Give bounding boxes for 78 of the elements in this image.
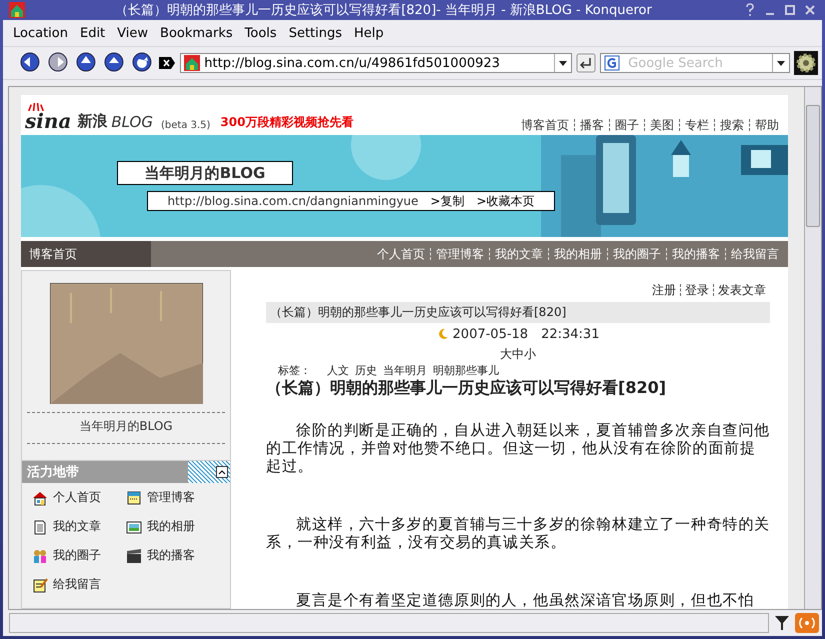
header-link[interactable]: 圈子	[609, 119, 644, 131]
blog-url: http://blog.sina.com.cn/dangnianmingyue	[167, 194, 418, 208]
version-label: (beta 3.5)	[160, 120, 210, 131]
address-field[interactable]: http://blog.sina.com.cn/u/49861fd501000923	[180, 53, 572, 73]
paragraph: 就这样，六十多岁的夏首辅与三十多岁的徐翰林建立了一种奇特的关系，一种没有利益，没有交易的真诚关系。	[266, 515, 770, 551]
nav-link[interactable]: 个人首页	[372, 248, 430, 260]
document-icon	[32, 518, 48, 534]
collapse-icon[interactable]	[216, 466, 228, 478]
blog-caption: 当年明月的BLOG	[78, 418, 174, 435]
account-link[interactable]: 发表文章	[713, 284, 770, 296]
tag-link[interactable]: 当年明月	[383, 363, 427, 378]
clapperboard-icon	[126, 548, 142, 564]
clear-location-icon[interactable]	[158, 56, 176, 70]
paragraph: 夏言是个有着坚定道德原则的人，他虽然深谙官场原则，但也不怕	[295, 591, 756, 609]
menu-item[interactable]: Location	[7, 26, 74, 40]
people-icon	[32, 548, 48, 564]
filter-icon[interactable]	[772, 613, 792, 633]
calendar-icon	[126, 490, 142, 506]
banner-link[interactable]: >收藏本页	[476, 192, 535, 210]
tag-link[interactable]: 人文	[327, 363, 349, 378]
nav-link[interactable]: 我的播客	[666, 248, 725, 260]
nav-link[interactable]: 我的相册	[548, 248, 607, 260]
menu-item[interactable]: Tools	[238, 26, 283, 40]
sidebar-link[interactable]: 个人首页	[32, 489, 126, 506]
dropdown-arrow-icon[interactable]	[559, 60, 568, 66]
moon-icon	[436, 328, 449, 340]
window-title: （长篇）明朝的那些事儿一历史应该可以写得好看[820]- 当年明月 - 新浪BLOG - Konqueror	[114, 2, 653, 19]
nav-link[interactable]: 给我留言	[725, 248, 784, 260]
house-icon	[32, 490, 48, 506]
banner-link[interactable]: >复制	[430, 192, 464, 210]
sidebar-link[interactable]: 管理博客	[126, 489, 220, 506]
sidebar-link[interactable]: 给我留言	[32, 576, 126, 593]
blog-title: 当年明月的BLOG	[117, 161, 293, 185]
header-link[interactable]: 专栏	[679, 119, 714, 131]
maximize-icon[interactable]	[782, 2, 798, 18]
dropdown-arrow-icon[interactable]	[777, 60, 786, 66]
menu-item[interactable]: Help	[348, 26, 390, 40]
post-header: （长篇）明朝的那些事儿一历史应该可以写得好看[820]	[266, 302, 770, 323]
search-box[interactable]: Google Search	[600, 53, 790, 73]
paragraph: 徐阶的判断是正确的，自从进入朝廷以来，夏首辅曾多次亲自查问他的工作情况，并曾对他赞不绝口。但这一切，他从没有在徐阶的面前提起过。	[266, 421, 770, 475]
sidebar-link[interactable]: 我的圈子	[32, 547, 126, 564]
tag-link[interactable]: 明朝那些事儿	[433, 363, 499, 378]
brand-name: 新浪	[77, 112, 108, 131]
nav-link[interactable]: 管理博客	[430, 248, 489, 260]
search-engine-icon	[604, 55, 622, 71]
header-link[interactable]: 搜索	[714, 119, 749, 131]
gear-icon[interactable]	[794, 51, 818, 75]
header-link[interactable]: 播客	[574, 119, 609, 131]
app-icon	[9, 2, 25, 18]
header-link[interactable]: 美图	[644, 119, 679, 131]
site-icon	[184, 55, 200, 71]
header-link[interactable]: 帮助	[749, 119, 784, 131]
promo-link[interactable]: 300万段精彩视频抢先看	[220, 114, 354, 131]
sidebar-link[interactable]: 我的播客	[126, 547, 220, 564]
nav-link[interactable]: 我的圈子	[607, 248, 666, 260]
account-link[interactable]: 登录	[680, 284, 713, 296]
note-icon	[32, 576, 48, 592]
sidebar-link[interactable]: 我的相册	[126, 518, 220, 535]
post-title: （长篇）明朝的那些事儿一历史应该可以写得好看[820]	[266, 378, 668, 399]
photo-icon	[126, 518, 142, 534]
nav-tab[interactable]: 博客首页	[21, 241, 151, 267]
font-size-links[interactable]: 大中小	[266, 346, 770, 363]
blog-label: BLOG	[111, 113, 153, 131]
sina-logo[interactable]: sina	[25, 103, 72, 131]
menu-item[interactable]: Edit	[74, 26, 112, 40]
tags-label: 标签：	[278, 363, 311, 378]
menu-item[interactable]: View	[111, 26, 154, 40]
nav-link[interactable]: 我的文章	[489, 248, 548, 260]
scrollbar[interactable]	[804, 87, 821, 609]
menu-item[interactable]: Bookmarks	[154, 26, 239, 40]
tag-link[interactable]: 历史	[355, 363, 377, 378]
section-title: 活力地带	[26, 464, 80, 481]
post-date: 2007-05-18 22:34:31	[452, 326, 600, 343]
sidebar-link[interactable]: 我的文章	[32, 518, 126, 535]
go-icon[interactable]	[576, 53, 596, 73]
account-link[interactable]: 注册	[648, 284, 680, 296]
header-link[interactable]: 博客首页	[516, 119, 574, 131]
menu-item[interactable]: Settings	[282, 26, 348, 40]
